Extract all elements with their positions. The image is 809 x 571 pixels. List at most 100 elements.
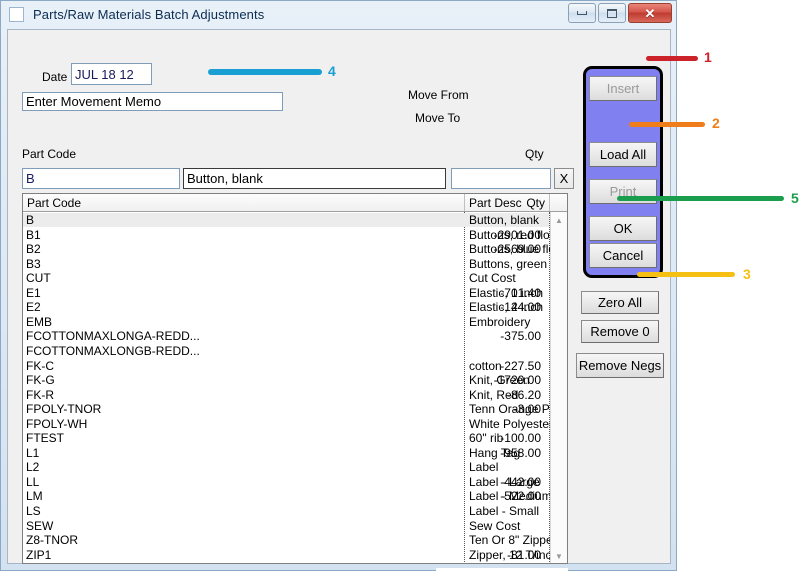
table-row[interactable]: B Button, blank xyxy=(23,213,549,227)
cell-qty: -86.20 xyxy=(506,387,541,402)
table-row[interactable]: FK-G Knit, Green -1720.00 xyxy=(23,373,549,387)
cell-part-desc: 60" rib xyxy=(469,431,504,446)
cell-part-code: ZIP1 xyxy=(26,547,52,562)
cell-part-code: E2 xyxy=(26,300,41,315)
load-all-button[interactable]: Load All xyxy=(589,142,657,167)
remove-zero-button[interactable]: Remove 0 xyxy=(581,320,659,343)
table-row[interactable]: B2 Buttons, blue flower -2569.00 xyxy=(23,242,567,257)
cell-part-code: FPOLY-WH xyxy=(26,416,88,431)
qty-input[interactable] xyxy=(451,168,551,189)
window-icon xyxy=(9,7,24,22)
cell-qty: -2901.00 xyxy=(493,227,541,242)
cell-part-desc: cotton xyxy=(469,358,502,373)
annotation-number-2: 2 xyxy=(712,115,720,131)
table-row[interactable]: LM Label - Medium -522.00 xyxy=(23,489,552,503)
grid-header-row: Part Code Part Desc Qty xyxy=(23,194,567,212)
date-input[interactable]: JUL 18 12 xyxy=(71,63,152,85)
minimize-button[interactable] xyxy=(568,3,596,23)
table-row[interactable]: Z8-TNOR Ten Or 8" Zipper xyxy=(23,533,557,548)
cell-qty: -144.00 xyxy=(500,300,541,315)
cell-part-code: B3 xyxy=(26,256,41,271)
screenshot-root: Parts/Raw Materials Batch Adjustments ✕ … xyxy=(0,0,809,571)
table-row[interactable]: LS Label - Small xyxy=(23,504,549,518)
annotation-number-5: 5 xyxy=(791,190,799,206)
table-row[interactable]: FK-R Knit, Red -86.20 xyxy=(23,388,549,402)
cell-qty: -1720.00 xyxy=(493,373,541,388)
cell-part-code: ZIP2 xyxy=(26,562,51,563)
clear-button[interactable]: X xyxy=(554,168,574,189)
table-row[interactable]: ZIP1 Zipper, 12 T/inch -81.00 xyxy=(23,547,558,562)
cell-part-code: FK-C xyxy=(26,358,54,373)
grid-header-part-desc: Part Desc xyxy=(469,196,522,210)
grid-header-part-code: Part Code xyxy=(27,196,82,210)
grid-body: B Button, blankB1Buttons, red flower.Made… xyxy=(23,212,567,563)
table-row[interactable]: E2 Elastic, 2 inch -144.00 xyxy=(23,300,549,314)
table-row[interactable]: FPOLY-TNORTenn Orange Polyester-3.00 xyxy=(23,402,567,417)
cell-part-code: Z8-TNOR xyxy=(26,533,78,548)
annotation-number-3: 3 xyxy=(743,266,751,282)
application-window: Parts/Raw Materials Batch Adjustments ✕ … xyxy=(0,0,677,571)
scroll-down-icon[interactable]: ▼ xyxy=(551,548,567,563)
scroll-up-icon[interactable]: ▲ xyxy=(551,212,567,228)
cell-qty: -81.00 xyxy=(506,547,541,562)
cell-part-code: E1 xyxy=(26,285,41,300)
part-desc-input[interactable]: Button, blank xyxy=(183,168,446,189)
cell-qty: -375.00 xyxy=(500,329,541,344)
cell-part-code: L1 xyxy=(26,445,40,460)
table-row[interactable]: FK-C cotton -227.50 xyxy=(23,359,549,373)
zero-all-button[interactable]: Zero All xyxy=(581,291,659,314)
cell-part-desc: Sew Cost xyxy=(469,518,521,533)
ok-button[interactable]: OK xyxy=(589,216,657,241)
cell-qty: -3.00 xyxy=(513,402,541,417)
table-row[interactable]: B3Buttons, green flower xyxy=(23,256,567,271)
table-row[interactable]: FCOTTONMAXLONGA-REDD... -375.00 xyxy=(23,329,549,343)
close-icon: ✕ xyxy=(644,5,656,21)
qty-label: Qty xyxy=(525,147,544,161)
cell-qty: -442.00 xyxy=(500,474,541,489)
table-row[interactable]: E1 Elastic, 1 inch -701.40 xyxy=(23,286,549,300)
minimize-icon xyxy=(577,11,587,15)
cell-part-code: FK-R xyxy=(26,387,54,402)
annotation-line-4 xyxy=(208,69,322,75)
table-row[interactable]: LL Label - Large -442.00 xyxy=(23,475,549,489)
cell-part-code: SEW xyxy=(26,518,54,533)
cell-part-desc: Label - Small xyxy=(469,504,540,518)
table-row[interactable]: ZIP2 Zipper, 16 T/inch xyxy=(23,562,558,563)
table-row[interactable]: EMB Embroidery xyxy=(23,315,549,329)
grid-vertical-scrollbar[interactable]: ▲ ▼ xyxy=(550,212,567,563)
maximize-button[interactable] xyxy=(598,3,626,23)
part-code-input[interactable]: B xyxy=(22,168,180,189)
cancel-button[interactable]: Cancel xyxy=(589,243,657,268)
table-row[interactable]: L1 Hang Tag -958.00 xyxy=(23,446,549,460)
table-row[interactable]: CUT Cut Cost xyxy=(23,271,549,285)
cell-part-desc: Cut Cost xyxy=(469,271,516,286)
cell-part-desc: Label xyxy=(469,460,499,475)
cell-part-desc: White Polyester xyxy=(469,416,554,431)
cell-part-code: EMB xyxy=(26,314,53,329)
grid-header-divider-1 xyxy=(464,194,465,211)
annotation-line-3 xyxy=(637,272,735,277)
part-code-label: Part Code xyxy=(22,147,77,161)
cell-qty: -2569.00 xyxy=(493,242,541,257)
cell-part-code: LS xyxy=(26,504,41,518)
table-row[interactable]: SEW Sew Cost xyxy=(23,519,549,533)
table-row[interactable]: L2 Label xyxy=(23,460,549,474)
cell-part-code: B2 xyxy=(26,242,41,257)
cell-part-desc: Button, blank xyxy=(469,213,540,227)
cell-qty: -701.40 xyxy=(500,285,541,300)
table-row[interactable]: FTEST 60" rib -100.00 xyxy=(23,431,549,445)
table-row[interactable]: B1Buttons, red flower.Made from fake ivo… xyxy=(23,227,567,242)
cell-part-code: L2 xyxy=(26,460,40,475)
parts-grid[interactable]: Part Code Part Desc Qty B Button, blank B1… xyxy=(22,193,568,564)
cell-part-code: B1 xyxy=(26,227,41,242)
title-bar: Parts/Raw Materials Batch Adjustments ✕ xyxy=(1,1,676,28)
close-button[interactable]: ✕ xyxy=(628,3,672,23)
remove-negs-button[interactable]: Remove Negs xyxy=(576,353,664,378)
insert-button[interactable]: Insert xyxy=(589,76,657,101)
table-row[interactable]: FCOTTONMAXLONGB-REDD... xyxy=(23,344,549,358)
cell-part-code: FPOLY-TNOR xyxy=(26,402,102,417)
memo-input[interactable]: Enter Movement Memo xyxy=(22,92,283,111)
cell-part-code: FTEST xyxy=(26,431,64,446)
annotation-line-1 xyxy=(646,56,698,61)
table-row[interactable]: FPOLY-WH White Polyester xyxy=(23,416,553,431)
